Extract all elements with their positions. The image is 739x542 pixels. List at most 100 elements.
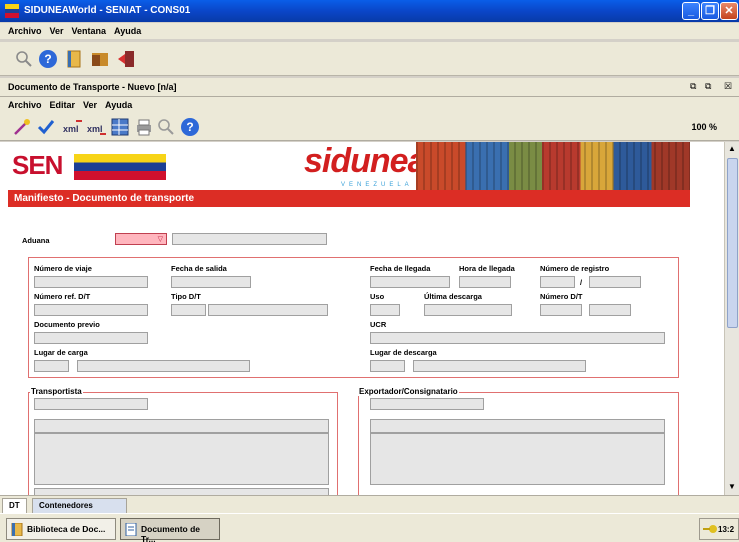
check-icon[interactable]	[36, 117, 56, 137]
numero-ref-dt-label: Número ref. D/T	[34, 292, 91, 301]
lugar-descarga-code-field[interactable]	[370, 360, 405, 372]
numero-registro-field-2[interactable]	[589, 276, 641, 288]
svg-text:xml: xml	[87, 124, 103, 134]
xml-import-icon[interactable]: xml	[86, 117, 108, 137]
tipo-dt-code-field[interactable]	[171, 304, 206, 316]
fecha-llegada-field[interactable]	[370, 276, 450, 288]
transportista-name-field[interactable]	[34, 419, 329, 433]
exportador-legend: Exportador/Consignatario	[358, 387, 459, 396]
chevron-down-icon: ▽	[157, 236, 163, 243]
menu-ventana[interactable]: Ventana	[72, 26, 107, 36]
minimize-button[interactable]: _	[682, 2, 700, 20]
book-icon	[11, 522, 23, 537]
tab-dt[interactable]: DT	[2, 498, 27, 513]
numero-registro-field-1[interactable]	[540, 276, 575, 288]
aduana-label: Aduana	[22, 236, 50, 245]
numero-viaje-field[interactable]	[34, 276, 148, 288]
exportador-code-field[interactable]	[370, 398, 484, 410]
doc-menu-archivo[interactable]: Archivo	[8, 100, 42, 110]
hora-llegada-label: Hora de llegada	[459, 264, 515, 273]
sidunea-subtitle: VENEZUELA	[341, 182, 413, 188]
scrollbar-thumb[interactable]	[727, 158, 738, 328]
document-window-title: Documento de Transporte - Nuevo [n/a]	[8, 82, 177, 92]
ultima-descarga-field[interactable]	[424, 304, 512, 316]
maximize-button[interactable]: ❐	[701, 2, 719, 20]
scroll-up-icon[interactable]: ▲	[728, 144, 736, 153]
tipo-dt-name-field[interactable]	[208, 304, 328, 316]
lugar-carga-label: Lugar de carga	[34, 348, 88, 357]
folder-icon[interactable]	[90, 49, 110, 69]
uso-field[interactable]	[370, 304, 400, 316]
print-icon[interactable]	[134, 117, 154, 137]
zoom-level: 100 %	[691, 122, 717, 132]
seniat-logo: SEN	[12, 150, 63, 180]
hora-llegada-field[interactable]	[459, 276, 511, 288]
help-icon[interactable]: ?	[38, 49, 58, 69]
doc-menu-ver[interactable]: Ver	[83, 100, 97, 110]
aduana-name-field[interactable]	[172, 233, 327, 245]
grid-icon[interactable]	[110, 117, 130, 137]
sidunea-logo: sidunea	[304, 142, 426, 180]
window-titlebar[interactable]: SIDUNEAWorld - SENIAT - CONS01 _ ❐ ✕	[0, 0, 739, 22]
containers-image	[416, 142, 690, 190]
fecha-salida-label: Fecha de salida	[171, 264, 227, 273]
svg-text:?: ?	[44, 52, 51, 66]
section-title: Manifiesto - Documento de transporte	[8, 190, 690, 207]
menu-ver[interactable]: Ver	[50, 26, 64, 36]
search-icon[interactable]	[156, 117, 176, 137]
ucr-label: UCR	[370, 320, 387, 329]
window-title: SIDUNEAWorld - SENIAT - CONS01	[24, 5, 191, 16]
window-close-icon[interactable]: ☒	[724, 81, 732, 92]
menu-ayuda[interactable]: Ayuda	[114, 26, 141, 36]
undock-icon[interactable]: ⧉	[705, 81, 711, 92]
transportista-code-field[interactable]	[34, 398, 148, 410]
tab-contenedores[interactable]: Contenedores	[32, 498, 127, 513]
numero-ref-dt-field[interactable]	[34, 304, 148, 316]
lugar-descarga-name-field[interactable]	[413, 360, 586, 372]
task-biblioteca[interactable]: Biblioteca de Doc...	[6, 518, 116, 540]
fecha-llegada-label: Fecha de llegada	[370, 264, 431, 273]
scroll-down-icon[interactable]: ▼	[728, 482, 736, 491]
lugar-carga-code-field[interactable]	[34, 360, 69, 372]
transportista-legend: Transportista	[30, 387, 83, 396]
fecha-salida-field[interactable]	[171, 276, 251, 288]
transportista-address-field[interactable]	[34, 433, 329, 485]
uso-label: Uso	[370, 292, 385, 301]
system-tray: 13:2	[699, 518, 739, 540]
numero-dt-field-1[interactable]	[540, 304, 582, 316]
restore-icon[interactable]: ⧉	[690, 81, 696, 92]
doc-menu-ayuda[interactable]: Ayuda	[105, 100, 132, 110]
exit-icon[interactable]	[116, 49, 136, 69]
exportador-address-field[interactable]	[370, 433, 665, 485]
book-icon[interactable]	[64, 49, 84, 69]
documento-previo-label: Documento previo	[34, 320, 100, 329]
transportista-extra-field[interactable]	[34, 488, 329, 495]
documento-previo-field[interactable]	[34, 332, 148, 344]
menu-archivo[interactable]: Archivo	[8, 26, 42, 36]
key-icon[interactable]	[702, 523, 718, 537]
document-icon	[125, 522, 137, 537]
vertical-scrollbar[interactable]: ▲ ▼	[724, 142, 739, 495]
main-menubar: Archivo Ver Ventana Ayuda	[0, 23, 739, 39]
exportador-name-field[interactable]	[370, 419, 665, 433]
ucr-field[interactable]	[370, 332, 665, 344]
numero-dt-field-2[interactable]	[589, 304, 631, 316]
header-banner: SEN sidunea VENEZUELA	[8, 142, 690, 192]
help-icon[interactable]: ?	[180, 117, 200, 137]
doc-menu-editar[interactable]: Editar	[50, 100, 76, 110]
main-toolbar: ?	[0, 42, 739, 76]
close-button[interactable]: ✕	[720, 2, 738, 20]
wand-icon[interactable]	[12, 117, 32, 137]
numero-dt-label: Número D/T	[540, 292, 583, 301]
xml-export-icon[interactable]: xml	[62, 117, 84, 137]
aduana-select[interactable]: ▽	[115, 233, 167, 245]
lugar-carga-name-field[interactable]	[77, 360, 250, 372]
bottom-tabs: DT Contenedores	[0, 495, 739, 513]
document-menubar: Archivo Editar Ver Ayuda	[0, 97, 739, 113]
registro-separator: /	[580, 278, 583, 287]
search-icon[interactable]	[14, 49, 34, 69]
document-window-titlebar[interactable]: Documento de Transporte - Nuevo [n/a] ⧉ …	[0, 78, 739, 97]
numero-viaje-label: Número de viaje	[34, 264, 92, 273]
task-documento[interactable]: Documento de Tr...	[120, 518, 220, 542]
svg-text:xml: xml	[63, 124, 79, 134]
